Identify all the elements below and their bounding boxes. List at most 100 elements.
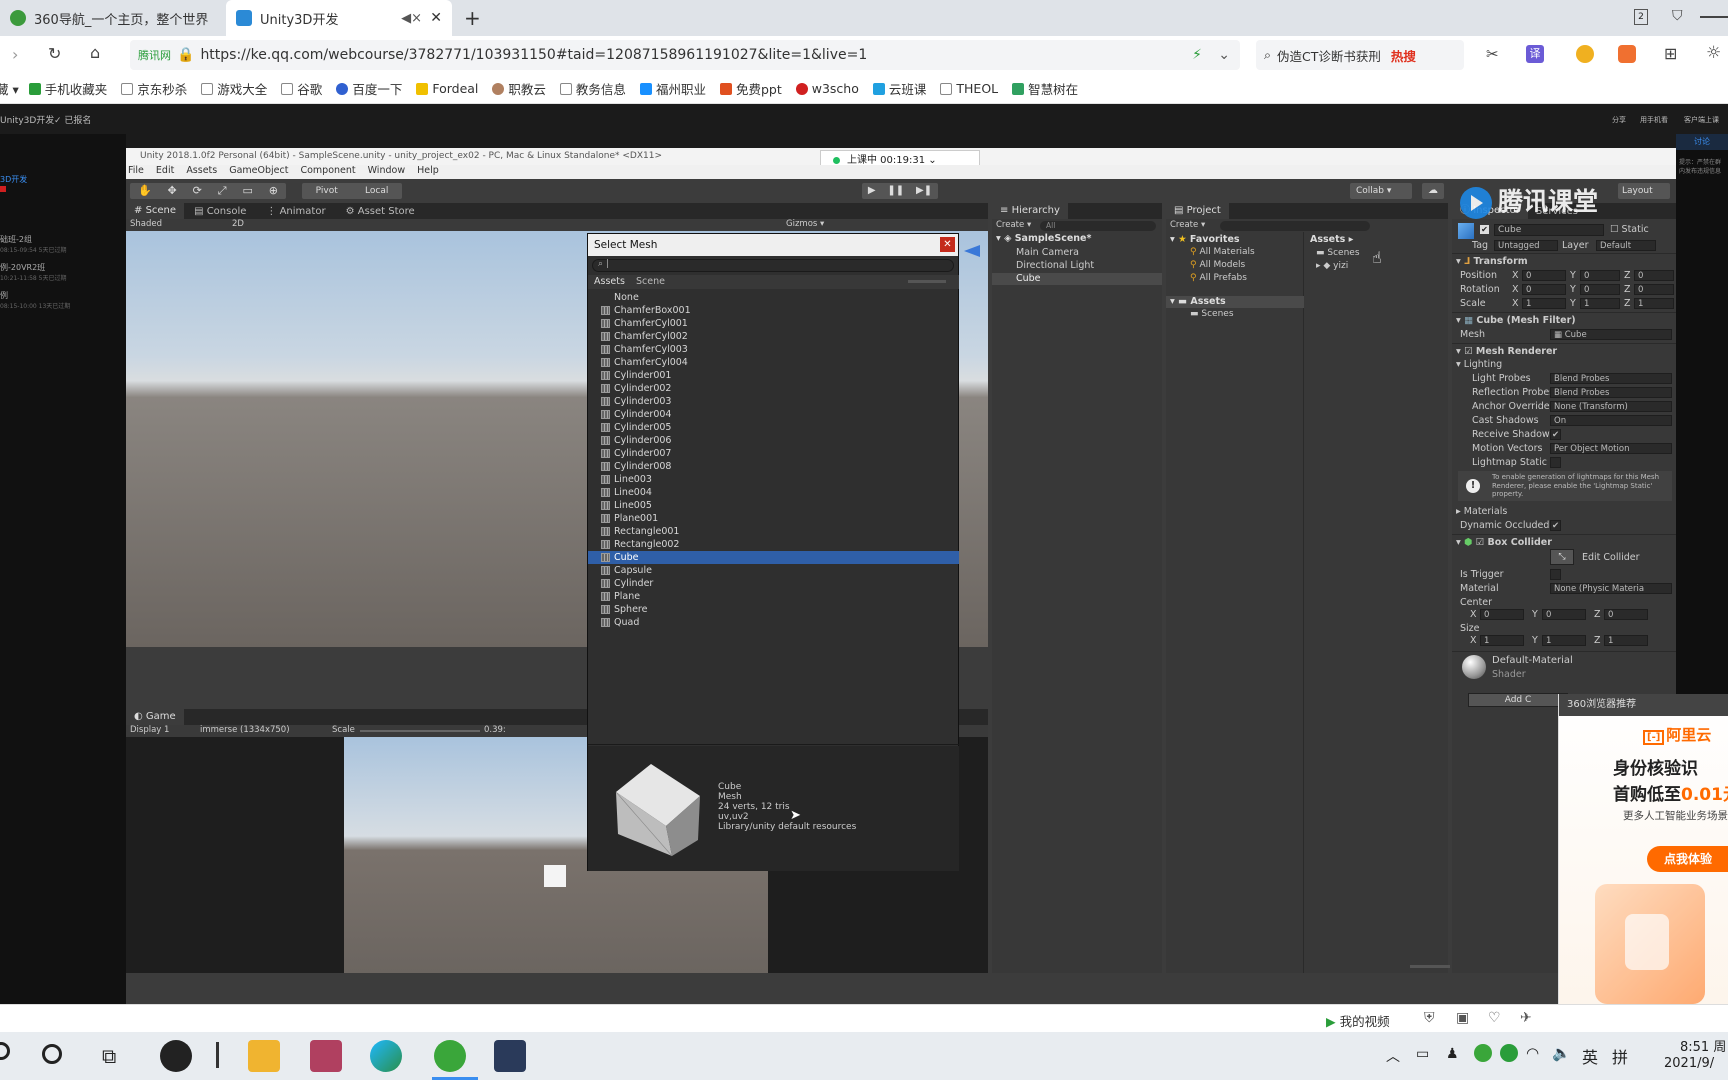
tab-console[interactable]: ▤ Console — [184, 206, 256, 217]
mesh-list-item[interactable]: Cylinder007 — [588, 447, 959, 460]
360-browser-icon[interactable] — [434, 1040, 466, 1072]
clock-date[interactable]: 2021/9/ — [1664, 1056, 1714, 1071]
rocket-icon[interactable]: ✈ — [1520, 1010, 1532, 1026]
catalog-item[interactable]: 例 08:15-10:00 13天已过期 — [0, 290, 70, 310]
mesh-list-item[interactable]: Line004 — [588, 486, 959, 499]
default-material-title[interactable]: Default-Material — [1492, 655, 1573, 666]
scene-root[interactable]: ▾ ◈ SampleScene* — [996, 233, 1091, 244]
asset-item[interactable]: ▸ ◆ yizi — [1316, 261, 1348, 271]
tab-asset-store[interactable]: ⚙ Asset Store — [336, 206, 425, 217]
clock-time[interactable]: 8:51 周 — [1680, 1036, 1726, 1055]
layout-dropdown[interactable]: Layout — [1618, 183, 1670, 199]
project-create[interactable]: Create ▾ — [1170, 220, 1205, 230]
scene-gizmo-icon[interactable] — [962, 241, 982, 261]
rotation-z[interactable]: 0 — [1634, 284, 1674, 295]
mesh-list-item[interactable]: ChamferCyl001 — [588, 317, 959, 330]
tray-360-icon[interactable] — [1500, 1044, 1518, 1062]
close-icon[interactable]: ✕ — [940, 237, 955, 252]
tab-count-badge[interactable]: 2 — [1634, 9, 1648, 25]
position-y[interactable]: 0 — [1580, 270, 1620, 281]
mesh-filter-header[interactable]: ▾ ▦ Cube (Mesh Filter) — [1456, 315, 1576, 326]
shield-icon[interactable]: ⛨ — [1424, 1010, 1435, 1026]
mesh-list-item[interactable]: Cylinder001 — [588, 369, 959, 382]
hierarchy-create[interactable]: Create ▾ — [996, 220, 1031, 230]
forward-icon[interactable]: › — [12, 45, 18, 64]
catalog-item[interactable]: 例-20VR2班 10:21-11:58 5天已过期 — [0, 262, 66, 282]
tab-360-nav[interactable]: 360导航_一个主页，整个世界 — [0, 0, 226, 36]
wifi-icon[interactable]: ◠ — [1526, 1044, 1539, 1062]
bookmark-item[interactable]: 职教云 — [492, 79, 546, 98]
mesh-list-item[interactable]: Rectangle002 — [588, 538, 959, 551]
position-z[interactable]: 0 — [1634, 270, 1674, 281]
size-y[interactable]: 1 — [1542, 635, 1586, 646]
edit-collider-button[interactable]: ⤡ — [1550, 549, 1574, 565]
task-view-icon[interactable]: ⧉ — [102, 1044, 116, 1068]
mesh-renderer-header[interactable]: ▾ ☑ Mesh Renderer — [1456, 346, 1557, 357]
mesh-list-item[interactable]: None — [588, 291, 959, 304]
mesh-list-item[interactable]: Cylinder003 — [588, 395, 959, 408]
assets-folder[interactable]: ▾ ▬ Assets — [1170, 296, 1226, 307]
qq-icon[interactable]: ♟ — [1446, 1046, 1459, 1062]
layer-dropdown[interactable]: Default — [1596, 240, 1656, 251]
fav-item[interactable]: ⚲ All Models — [1190, 260, 1245, 270]
size-z[interactable]: 1 — [1604, 635, 1648, 646]
mobile-view-link[interactable]: 用手机看 — [1640, 115, 1668, 125]
tencent-classroom-icon[interactable] — [494, 1040, 526, 1072]
start-partial-icon[interactable] — [0, 1042, 10, 1060]
hierarchy-item[interactable]: Directional Light — [1016, 260, 1094, 271]
bookmark-item[interactable]: THEOL — [940, 81, 998, 96]
rotate-tool-icon[interactable]: ⟳ — [193, 183, 202, 199]
bookmark-item[interactable]: 免费ppt — [719, 79, 782, 98]
transform-tools[interactable]: ✋ ✥ ⟳ ⤢ ▭ ⊕ — [130, 183, 286, 199]
mesh-list-item[interactable]: Rectangle001 — [588, 525, 959, 538]
menu-assets[interactable]: Assets — [186, 165, 217, 179]
bookmark-item[interactable]: 教务信息 — [559, 79, 626, 98]
battery-icon[interactable]: ▭ — [1416, 1046, 1429, 1062]
tab-discussion[interactable]: 讨论 — [1676, 134, 1728, 150]
tab-project[interactable]: ▤ Project — [1166, 203, 1229, 219]
mesh-list-item[interactable]: Line003 — [588, 473, 959, 486]
mesh-list-item[interactable]: Plane — [588, 590, 959, 603]
mesh-search-input[interactable]: ⌕ | — [592, 259, 954, 272]
bookmark-overflow[interactable]: 藏 ▾ — [0, 79, 19, 98]
mesh-field[interactable]: ▦ Cube — [1550, 329, 1672, 340]
bookmark-item[interactable]: 福州职业 — [639, 79, 706, 98]
tab-assets[interactable]: Assets — [594, 276, 625, 287]
tab-unity3d[interactable]: Unity3D开发 ◀× ✕ — [226, 0, 452, 36]
bookmark-item[interactable]: Fordeal — [416, 81, 478, 96]
reflection-probes-dropdown[interactable]: Blend Probes — [1550, 387, 1672, 398]
dynamic-occluded-checkbox[interactable]: ✔ — [1550, 520, 1561, 531]
chevron-down-icon[interactable]: ⌄ — [1218, 47, 1230, 63]
tab-game[interactable]: ◐ Game — [126, 709, 184, 725]
bookmark-item[interactable]: 智慧树在 — [1012, 79, 1078, 98]
menu-window[interactable]: Window — [368, 165, 405, 179]
mesh-list-item[interactable]: Cylinder005 — [588, 421, 959, 434]
pause-button[interactable]: ❚❚ — [887, 183, 904, 199]
center-z[interactable]: 0 — [1604, 609, 1648, 620]
tab-scene-objects[interactable]: Scene — [636, 276, 665, 287]
edge-icon[interactable] — [370, 1040, 402, 1072]
scale-y[interactable]: 1 — [1580, 298, 1620, 309]
center-x[interactable]: 0 — [1480, 609, 1524, 620]
bookmark-item[interactable]: 谷歌 — [281, 79, 322, 98]
apps-grid-icon[interactable]: ⊞ — [1664, 44, 1677, 63]
mesh-list-item[interactable]: Line005 — [588, 499, 959, 512]
scissors-icon[interactable]: ✂ — [1486, 45, 1499, 63]
mesh-list-item[interactable]: ChamferCyl002 — [588, 330, 959, 343]
app-icon[interactable] — [310, 1040, 342, 1072]
menu-gameobject[interactable]: GameObject — [229, 165, 288, 179]
menu-edit[interactable]: Edit — [156, 165, 174, 179]
close-tab-icon[interactable]: ✕ — [430, 10, 442, 26]
move-tool-icon[interactable]: ✥ — [168, 183, 177, 199]
mesh-list-item[interactable]: Plane001 — [588, 512, 959, 525]
box-collider-header[interactable]: ▾ ⬢ ☑ Box Collider — [1456, 537, 1552, 548]
tab-animator[interactable]: ⋮ Animator — [256, 206, 335, 217]
tray-chevron-icon[interactable]: ︿ — [1386, 1046, 1400, 1066]
file-explorer-icon[interactable] — [248, 1040, 280, 1072]
scale-slider[interactable] — [360, 730, 480, 732]
scale-x[interactable]: 1 — [1522, 298, 1566, 309]
display-dropdown[interactable]: Display 1 — [130, 725, 169, 735]
volume-icon[interactable]: 🔈 — [1552, 1044, 1571, 1062]
ad-cta-button[interactable]: 点我体验 — [1647, 846, 1728, 872]
share-link[interactable]: 分享 — [1612, 115, 1626, 125]
